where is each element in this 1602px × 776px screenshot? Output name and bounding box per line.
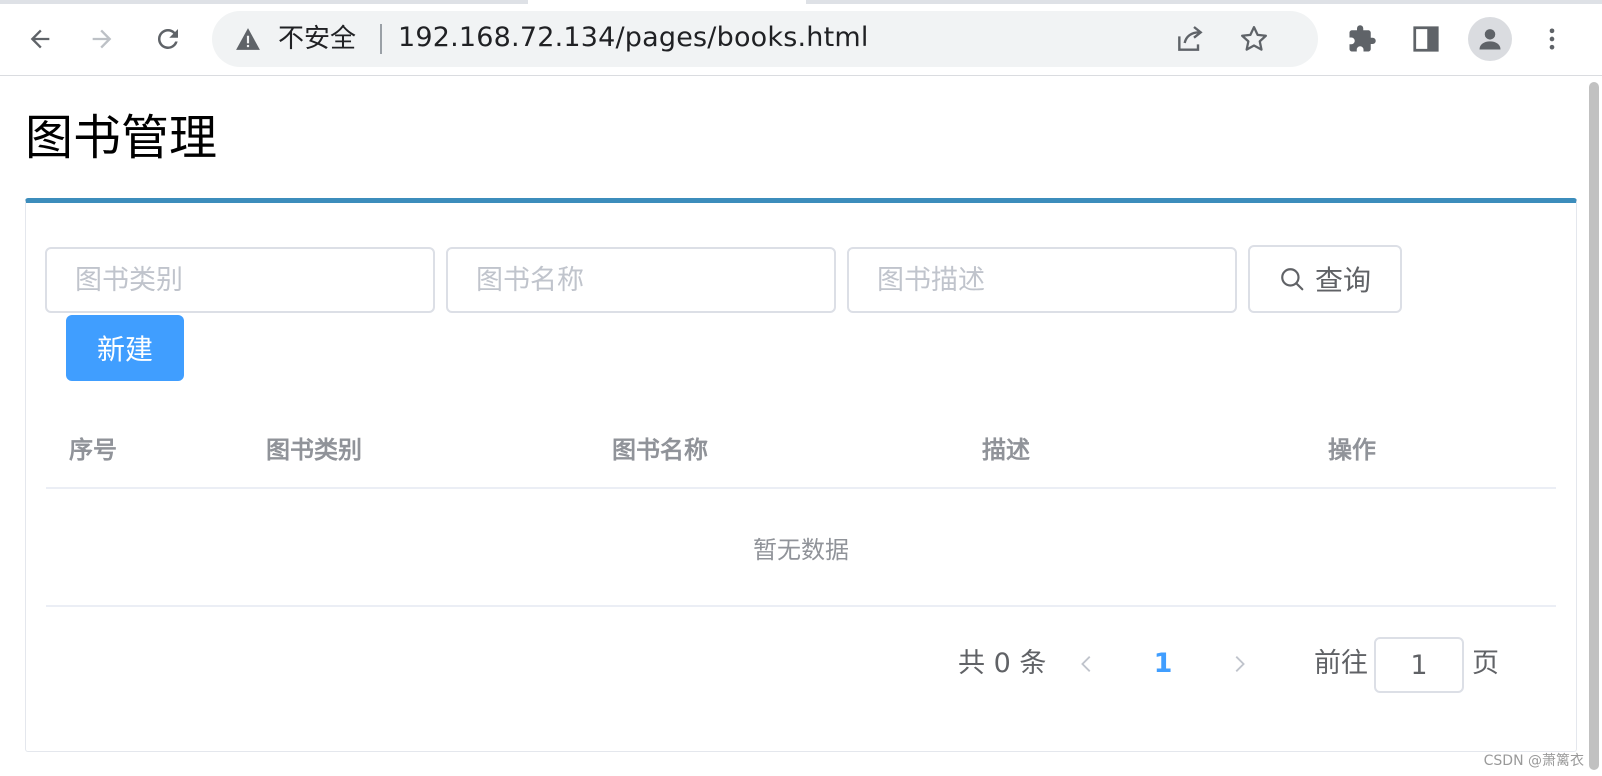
goto-page-input[interactable] xyxy=(1374,637,1464,693)
share-button[interactable] xyxy=(1172,21,1208,57)
side-panel-button[interactable] xyxy=(1404,17,1448,61)
table-header: 序号 图书类别 图书名称 描述 操作 xyxy=(46,413,1556,489)
arrow-left-icon xyxy=(30,29,50,49)
browser-menu-button[interactable] xyxy=(1530,17,1574,61)
page-title: 图书管理 xyxy=(25,110,218,166)
warning-triangle-icon[interactable] xyxy=(234,26,262,52)
watermark: CSDN @萧篱衣 xyxy=(1483,753,1584,769)
back-button[interactable] xyxy=(18,17,62,61)
column-header-index: 序号 xyxy=(69,436,117,464)
table-empty-row: 暂无数据 xyxy=(46,489,1556,607)
address-bar[interactable]: 不安全 192.168.72.134/pages/books.html xyxy=(212,11,1318,67)
search-icon xyxy=(1281,268,1304,291)
star-icon xyxy=(1241,26,1267,51)
reload-icon xyxy=(157,28,178,49)
empty-data-text: 暂无数据 xyxy=(753,535,849,564)
name-filter-input[interactable] xyxy=(446,247,836,313)
page-number-current[interactable]: 1 xyxy=(1146,647,1180,681)
book-management-panel: 查询 新建 序号 图书类别 图书名称 描述 操作 暂无数据 共 0 条 1 前往 xyxy=(25,198,1577,752)
puzzle-icon xyxy=(1349,25,1376,52)
page-suffix-label: 页 xyxy=(1472,648,1499,679)
books-table: 序号 图书类别 图书名称 描述 操作 暂无数据 xyxy=(46,413,1556,607)
new-book-button[interactable]: 新建 xyxy=(66,315,184,381)
share-icon xyxy=(1178,26,1203,51)
bookmark-button[interactable] xyxy=(1236,21,1272,57)
new-button-label: 新建 xyxy=(96,333,153,366)
url-text[interactable]: 192.168.72.134/pages/books.html xyxy=(398,23,869,53)
query-button[interactable]: 查询 xyxy=(1248,245,1402,313)
extensions-button[interactable] xyxy=(1340,17,1384,61)
security-label[interactable]: 不安全 xyxy=(278,24,356,54)
person-icon xyxy=(1479,29,1501,50)
column-header-category: 图书类别 xyxy=(266,436,362,464)
category-filter-input[interactable] xyxy=(45,247,435,313)
tab-strip xyxy=(0,0,1602,4)
next-page-button[interactable] xyxy=(1222,647,1256,681)
divider xyxy=(380,24,382,54)
browser-toolbar: 不安全 192.168.72.134/pages/books.html xyxy=(0,0,1602,76)
profile-button[interactable] xyxy=(1468,17,1512,61)
query-button-label: 查询 xyxy=(1314,264,1371,297)
chevron-right-icon xyxy=(1235,656,1245,672)
pagination: 共 0 条 1 前往 页 xyxy=(26,637,1578,693)
active-tab[interactable] xyxy=(528,0,806,4)
pagination-total: 共 0 条 xyxy=(958,648,1047,679)
column-header-name: 图书名称 xyxy=(612,436,708,464)
scrollbar-thumb[interactable] xyxy=(1589,82,1599,770)
column-header-description: 描述 xyxy=(982,436,1030,464)
prev-page-button[interactable] xyxy=(1070,647,1104,681)
kebab-menu-icon xyxy=(1549,28,1555,50)
reload-button[interactable] xyxy=(146,17,190,61)
side-panel-icon xyxy=(1413,26,1439,52)
forward-button[interactable] xyxy=(80,17,124,61)
arrow-right-icon xyxy=(92,29,112,49)
column-header-actions: 操作 xyxy=(1328,436,1376,464)
chevron-left-icon xyxy=(1081,656,1091,672)
description-filter-input[interactable] xyxy=(847,247,1237,313)
goto-label: 前往 xyxy=(1314,648,1368,679)
